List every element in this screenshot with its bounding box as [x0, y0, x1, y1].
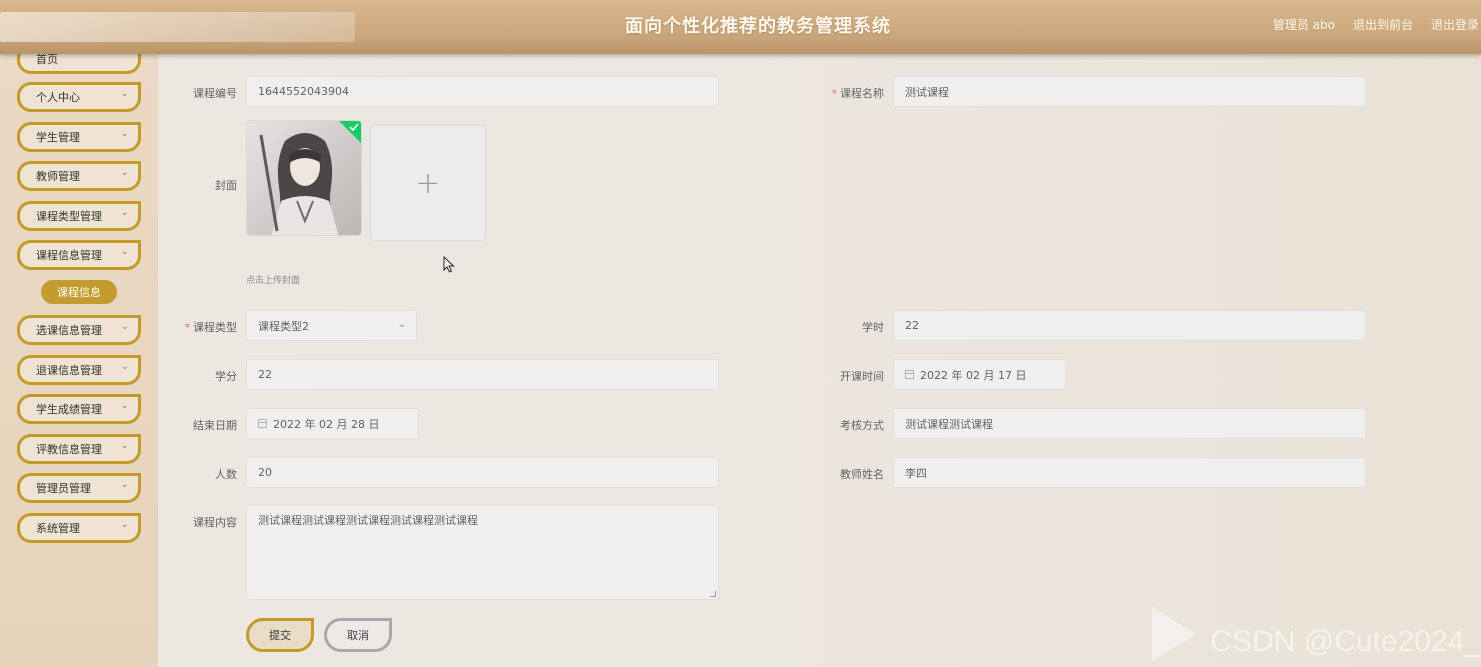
- credits-label: 学分: [215, 370, 237, 383]
- course-edit-form: 课程编号 1644552043904 * 课程名称 测试课程 封面 + 点击上传…: [158, 54, 1481, 667]
- assessment-input[interactable]: 测试课程测试课程: [893, 408, 1366, 439]
- sidebar: 首页 个人中心 ⌄ 学生管理 ⌄ 教师管理 ⌄ 课程类型管理 ⌄ 课程信息管理 …: [0, 44, 158, 667]
- sidebar-item-label: 个人中心: [36, 91, 80, 104]
- chevron-down-icon: ⌄: [121, 208, 129, 218]
- count-label: 人数: [215, 468, 237, 481]
- teacher-label: 教师姓名: [840, 468, 884, 481]
- sidebar-item-grades[interactable]: 学生成绩管理 ⌄: [17, 394, 141, 424]
- chevron-down-icon: ⌄: [121, 168, 129, 178]
- content-value: 测试课程测试课程测试课程测试课程测试课程: [258, 514, 478, 527]
- sidebar-item-label: 课程信息管理: [36, 249, 102, 262]
- start-date-value: 2022 年 02 月 17 日: [920, 368, 1027, 382]
- cancel-button[interactable]: 取消: [324, 618, 392, 652]
- sidebar-item-course-info[interactable]: 课程信息管理 ⌄: [17, 240, 141, 270]
- chevron-down-icon: ⌄: [121, 401, 129, 411]
- course-no-label: 课程编号: [193, 87, 237, 100]
- admin-username: 管理员 abo: [1272, 18, 1335, 32]
- sidebar-item-system[interactable]: 系统管理 ⌄: [17, 513, 141, 543]
- chevron-down-icon: ⌄: [121, 480, 129, 490]
- course-name-value: 测试课程: [905, 85, 949, 99]
- header-actions: 管理员 abo 退出到前台 退出登录: [1273, 16, 1479, 33]
- submit-button[interactable]: 提交: [246, 618, 314, 652]
- back-to-front-link[interactable]: 退出到前台: [1353, 16, 1413, 33]
- sidebar-item-label: 评教信息管理: [36, 443, 102, 456]
- resize-handle[interactable]: [710, 591, 716, 597]
- upload-success-check-icon: [339, 121, 361, 143]
- submenu-item-course-info[interactable]: 课程信息: [41, 280, 117, 304]
- end-date-picker[interactable]: 2022 年 02 月 28 日: [246, 408, 419, 439]
- cover-label: 封面: [215, 179, 237, 192]
- hours-label: 学时: [862, 321, 884, 334]
- end-date-value: 2022 年 02 月 28 日: [273, 417, 380, 431]
- cover-image[interactable]: [246, 120, 362, 236]
- sidebar-item-evaluation[interactable]: 评教信息管理 ⌄: [17, 434, 141, 464]
- sidebar-item-label: 学生管理: [36, 131, 80, 144]
- chevron-down-icon: ⌄: [121, 322, 129, 332]
- course-no-value: 1644552043904: [258, 85, 349, 98]
- sidebar-item-personal-center[interactable]: 个人中心 ⌄: [17, 82, 141, 112]
- app-title: 面向个性化推荐的教务管理系统: [625, 16, 891, 37]
- hours-input[interactable]: 22: [893, 310, 1366, 341]
- credits-input[interactable]: 22: [246, 359, 719, 390]
- sidebar-item-teachers[interactable]: 教师管理 ⌄: [17, 161, 141, 191]
- credits-value: 22: [258, 368, 272, 381]
- course-type-label: * 课程类型: [184, 321, 238, 334]
- course-name-input[interactable]: 测试课程: [893, 76, 1366, 107]
- top-header: 面向个性化推荐的教务管理系统 管理员 abo 退出到前台 退出登录: [0, 0, 1481, 54]
- chevron-down-icon: ⌄: [121, 247, 129, 257]
- start-date-label: 开课时间: [840, 370, 884, 383]
- chevron-down-icon: ⌄: [121, 129, 129, 139]
- sidebar-item-label: 教师管理: [36, 170, 80, 183]
- content-label: 课程内容: [193, 516, 237, 529]
- teacher-value: 李四: [905, 466, 927, 480]
- assessment-value: 测试课程测试课程: [905, 417, 993, 431]
- count-value: 20: [258, 466, 272, 479]
- upload-cover-button[interactable]: +: [370, 125, 486, 241]
- content-textarea[interactable]: 测试课程测试课程测试课程测试课程测试课程: [246, 505, 719, 600]
- logout-link[interactable]: 退出登录: [1431, 16, 1479, 33]
- assessment-label: 考核方式: [840, 419, 884, 432]
- course-type-value: 课程类型2: [258, 319, 309, 333]
- teacher-input[interactable]: 李四: [893, 457, 1366, 488]
- chevron-down-icon: ⌄: [121, 520, 129, 530]
- course-no-input[interactable]: 1644552043904: [246, 76, 719, 107]
- sidebar-item-label: 管理员管理: [36, 482, 91, 495]
- count-input[interactable]: 20: [246, 457, 719, 488]
- chevron-down-icon: ⌄: [121, 89, 129, 99]
- upload-hint: 点击上传封面: [246, 276, 301, 286]
- sidebar-item-label: 选课信息管理: [36, 324, 102, 337]
- sidebar-item-course-drop[interactable]: 退课信息管理 ⌄: [17, 355, 141, 385]
- hours-value: 22: [905, 319, 919, 332]
- end-date-label: 结束日期: [193, 419, 237, 432]
- chevron-down-icon: ⌄: [121, 362, 129, 372]
- sidebar-item-course-types[interactable]: 课程类型管理 ⌄: [17, 201, 141, 231]
- video-watermark-logo: [1152, 607, 1196, 661]
- sidebar-item-label: 学生成绩管理: [36, 403, 102, 416]
- sidebar-item-label: 退课信息管理: [36, 364, 102, 377]
- sidebar-item-label: 系统管理: [36, 522, 80, 535]
- chevron-down-icon: ⌄: [121, 441, 129, 451]
- sidebar-item-admins[interactable]: 管理员管理 ⌄: [17, 473, 141, 503]
- course-type-select[interactable]: 课程类型2 ⌄: [246, 310, 417, 341]
- chevron-down-icon: ⌄: [397, 319, 406, 330]
- calendar-icon: [905, 370, 914, 379]
- sidebar-item-course-selection[interactable]: 选课信息管理 ⌄: [17, 315, 141, 345]
- plus-icon: +: [415, 165, 441, 201]
- sidebar-item-label: 课程类型管理: [36, 210, 102, 223]
- start-date-picker[interactable]: 2022 年 02 月 17 日: [893, 359, 1066, 390]
- course-name-label: * 课程名称: [831, 87, 885, 100]
- calendar-icon: [258, 419, 267, 428]
- sidebar-item-students[interactable]: 学生管理 ⌄: [17, 122, 141, 152]
- mouse-cursor-icon: [443, 256, 455, 273]
- watermark-text: CSDN @Cute2024_: [1210, 625, 1481, 658]
